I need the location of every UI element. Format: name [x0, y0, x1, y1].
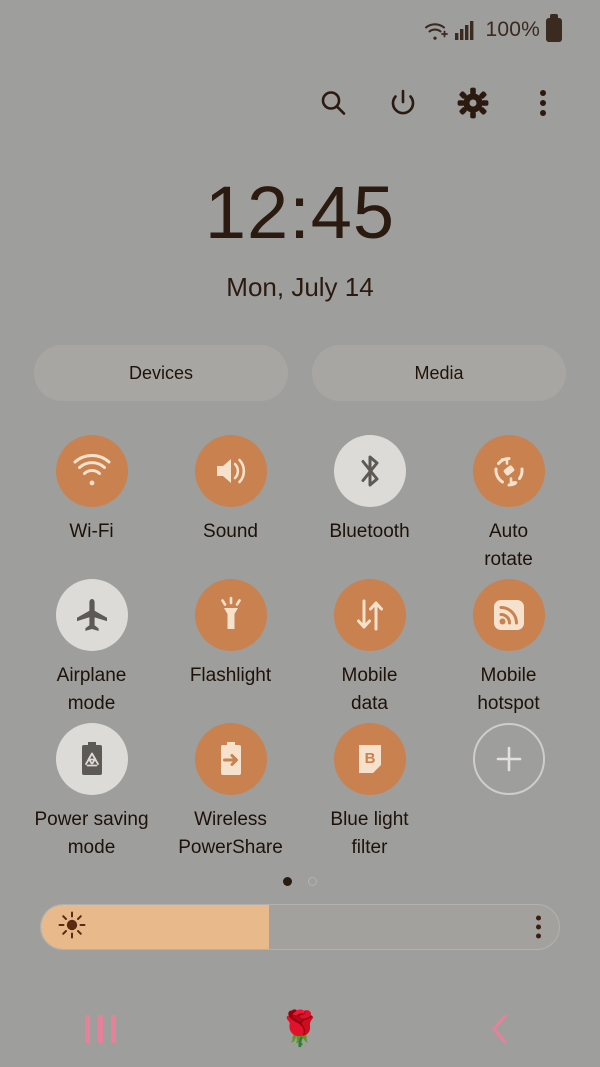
tile-label: Mobile data [341, 665, 398, 714]
speaker-icon [194, 435, 267, 507]
wifi-plus-icon [424, 19, 450, 41]
wifi-icon [55, 435, 128, 507]
tile-label: Wi-Fi [69, 521, 114, 542]
tile-auto-rotate[interactable]: Auto rotate [439, 435, 578, 573]
tile-flashlight[interactable]: Flashlight [161, 579, 300, 717]
status-bar: 100% [0, 0, 600, 60]
home-rose-glyph: 🌹 [278, 1010, 322, 1048]
battery-full-icon [546, 14, 562, 42]
clock-time: 12:45 [204, 171, 396, 254]
brightness-sun-icon [57, 910, 87, 945]
back-chevron-icon[interactable] [457, 1004, 543, 1054]
tile-label: Auto rotate [484, 521, 533, 570]
airplane-icon [55, 579, 128, 652]
power-icon[interactable] [386, 86, 420, 120]
tile-wireless-powershare[interactable]: Wireless PowerShare [161, 723, 300, 861]
recents-icon[interactable] [57, 1004, 143, 1054]
tile-label: Bluetooth [329, 521, 410, 542]
devices-button[interactable]: Devices [34, 345, 288, 401]
hotspot-icon [472, 579, 545, 652]
navigation-bar: 🌹 [0, 991, 600, 1067]
settings-gear-icon[interactable] [456, 86, 490, 120]
tile-bluetooth[interactable]: Bluetooth [300, 435, 439, 573]
overflow-menu-icon[interactable] [526, 86, 560, 120]
svg-text:B: B [364, 750, 375, 767]
search-icon[interactable] [316, 86, 350, 120]
powershare-icon [194, 723, 267, 796]
tile-label: Wireless PowerShare [178, 809, 283, 858]
tile-add-button[interactable] [439, 723, 578, 861]
page-dot-1[interactable] [283, 877, 292, 887]
media-button[interactable]: Media [312, 345, 566, 401]
mobile-data-icon [333, 579, 406, 652]
cellular-signal-icon [454, 19, 476, 41]
tile-label: Sound [203, 521, 258, 542]
brightness-section [0, 904, 600, 951]
home-rose-icon[interactable]: 🌹 [257, 1004, 343, 1054]
tile-sound[interactable]: Sound [161, 435, 300, 573]
page-dot-2[interactable] [308, 877, 317, 887]
battery-percentage: 100% [485, 18, 540, 41]
tile-blue-light-filter[interactable]: B Blue light filter [300, 723, 439, 861]
flashlight-icon [194, 579, 267, 652]
quick-toggle-grid: Wi-Fi Sound Bluetooth Auto rotate Airpla… [0, 435, 600, 861]
bluetooth-icon [333, 435, 406, 507]
tile-label: Power saving mode [34, 809, 149, 858]
tile-mobile-data[interactable]: Mobile data [300, 579, 439, 717]
tile-airplane-mode[interactable]: Airplane mode [22, 579, 161, 717]
tile-wifi[interactable]: Wi-Fi [22, 435, 161, 573]
power-saving-icon [55, 723, 128, 796]
clock-widget[interactable]: 12:45 Mon, July 14 [0, 176, 600, 303]
quick-settings-toolbar [0, 72, 600, 134]
tile-label: Airplane mode [56, 665, 127, 714]
brightness-slider[interactable] [40, 904, 560, 951]
tile-power-saving-mode[interactable]: Power saving mode [22, 723, 161, 861]
page-indicator [0, 877, 600, 887]
brightness-overflow-menu-icon[interactable] [536, 915, 541, 939]
shortcut-pill-row: Devices Media [0, 345, 600, 401]
clock-date: Mon, July 14 [226, 272, 374, 302]
tile-mobile-hotspot[interactable]: Mobile hotspot [439, 579, 578, 717]
auto-rotate-icon [472, 435, 545, 507]
add-tile-icon [472, 723, 545, 796]
tile-label: Flashlight [189, 665, 272, 687]
blue-light-icon: B [333, 723, 406, 796]
tile-label: Blue light filter [330, 809, 409, 858]
tile-label: Mobile hotspot [477, 665, 540, 714]
